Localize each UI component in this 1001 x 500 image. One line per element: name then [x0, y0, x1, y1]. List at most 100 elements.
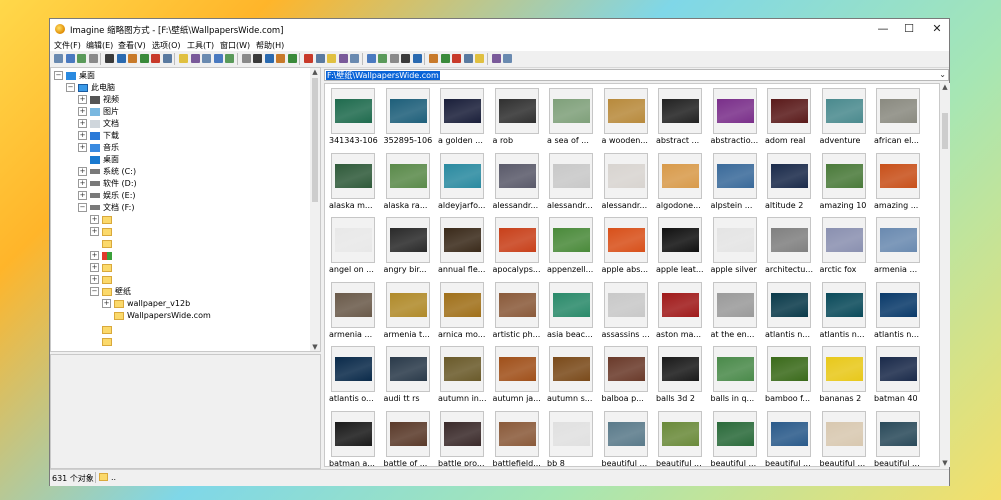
copy-doc-icon[interactable] [202, 54, 211, 63]
grid-scroll-thumb[interactable] [942, 113, 948, 149]
tree-item-folder[interactable] [90, 324, 115, 336]
tree-item-folder[interactable]: + [90, 274, 115, 286]
folder-tree[interactable]: − 桌面 − 此电脑 + 视频 + 图片 + 文档 + 下载 + 音乐 桌面 + 系统 (C:)… [50, 67, 321, 352]
thumbnail-item[interactable]: audi tt rs [384, 344, 438, 407]
expand-icon[interactable]: + [78, 95, 87, 104]
expand-icon[interactable]: + [90, 251, 99, 260]
grid5-icon[interactable] [401, 54, 410, 63]
grid3-icon[interactable] [378, 54, 387, 63]
menu-tools[interactable]: 工具(T) [187, 40, 214, 51]
tree-item-folder[interactable]: + [90, 250, 115, 262]
tree-scroll-thumb[interactable] [312, 78, 318, 202]
thumbnail-item[interactable]: aston ma... [656, 280, 710, 343]
capture-icon[interactable] [463, 54, 473, 63]
thumbnail-item[interactable]: beautiful ... [711, 409, 765, 466]
expand-icon[interactable]: + [78, 191, 87, 200]
tree-item-music[interactable]: + 音乐 [78, 142, 119, 154]
thumbnail-item[interactable]: 341343-106 [329, 86, 383, 149]
minimize-button[interactable]: — [876, 22, 890, 36]
address-bar[interactable]: F:\壁纸\WallpapersWide.com ⌄ [324, 69, 949, 81]
thumbnail-item[interactable]: adom real [765, 86, 819, 149]
tree-item-wallpaper-v12b[interactable]: + wallpaper_v12b [102, 298, 190, 310]
paste-icon[interactable] [213, 54, 223, 63]
convert-icon[interactable] [429, 54, 438, 63]
save-icon[interactable] [77, 54, 86, 63]
thumbnail-item[interactable]: a sea of ... [547, 86, 601, 149]
thumbnail-item[interactable]: beautiful ... [765, 409, 819, 466]
expand-icon[interactable]: + [78, 119, 87, 128]
thumbnail-item[interactable]: aldeyjarfo... [438, 151, 492, 214]
thumbnail-item[interactable]: annual fle... [438, 215, 492, 278]
collapse-icon[interactable]: − [90, 287, 99, 296]
thumbnail-item[interactable]: adventure [820, 86, 874, 149]
thumbnail-item[interactable]: appenzell... [547, 215, 601, 278]
copy-icon[interactable] [162, 54, 172, 63]
tree-item-drive-c[interactable]: + 系统 (C:) [78, 166, 136, 178]
thumbnail-item[interactable]: beautiful ... [874, 409, 928, 466]
tree-item-folder[interactable]: + [90, 262, 115, 274]
folder-up-icon[interactable] [327, 54, 336, 63]
thumbnail-item[interactable]: a golden ... [438, 86, 492, 149]
thumbnail-item[interactable]: alaska m... [329, 151, 383, 214]
slideshow-icon[interactable] [452, 54, 461, 63]
thumbnail-item[interactable]: balls in q... [711, 344, 765, 407]
menu-edit[interactable]: 编辑(E) [86, 40, 113, 51]
print-icon[interactable] [105, 54, 114, 63]
thumbnail-item[interactable]: angry bir... [384, 215, 438, 278]
view-thumb-icon[interactable] [241, 54, 251, 63]
tree-item-desktop[interactable]: − 桌面 [54, 70, 95, 82]
thumbnail-item[interactable]: battle of ... [384, 409, 438, 466]
tree-item-folder[interactable] [90, 238, 115, 250]
tree-item-folder[interactable] [90, 336, 115, 348]
expand-icon[interactable]: + [78, 179, 87, 188]
thumbnail-item[interactable]: amazing ... [874, 151, 928, 214]
expand-icon[interactable]: + [78, 131, 87, 140]
tree-item-folder[interactable]: + [90, 214, 115, 226]
menu-view[interactable]: 查看(V) [118, 40, 146, 51]
cut-icon[interactable] [190, 54, 200, 63]
thumbnail-item[interactable]: arnica mo... [438, 280, 492, 343]
tree-item-drive-d[interactable]: + 软件 (D:) [78, 178, 137, 190]
thumbnail-item[interactable]: apocalyps... [493, 215, 547, 278]
expand-icon[interactable]: + [102, 299, 111, 308]
thumbnail-item[interactable]: balls 3d 2 [656, 344, 710, 407]
tree-scrollbar[interactable]: ▲ ▼ [310, 68, 320, 351]
chevron-down-icon[interactable]: ⌄ [939, 70, 946, 79]
maximize-button[interactable]: ☐ [902, 22, 916, 36]
thumbnail-item[interactable]: armenia ... [874, 215, 928, 278]
tree-item-drive-e[interactable]: + 娱乐 (E:) [78, 190, 136, 202]
undo-icon[interactable] [225, 54, 234, 63]
tree-item-drive-f[interactable]: − 文档 (F:) [78, 202, 134, 214]
thumbnail-item[interactable]: angel on ... [329, 215, 383, 278]
collapse-icon[interactable]: − [78, 203, 87, 212]
image-icon[interactable] [128, 54, 137, 63]
tree-item-downloads[interactable]: + 下载 [78, 130, 119, 142]
thumbnail-item[interactable]: algodone... [656, 151, 710, 214]
thumbnail-item[interactable]: autumn in... [438, 344, 492, 407]
open-icon[interactable] [54, 54, 63, 63]
thumbnail-item[interactable]: batman 40 [874, 344, 928, 407]
expand-icon[interactable]: + [90, 227, 99, 236]
thumbnail-item[interactable]: bb 8 [547, 409, 601, 466]
thumbnail-item[interactable]: a wooden... [602, 86, 656, 149]
thumbnail-item[interactable]: battle pro... [438, 409, 492, 466]
tools-icon[interactable] [412, 54, 422, 63]
thumbnail-item[interactable]: amazing 10 [820, 151, 874, 214]
thumbnail-item[interactable]: alaska ra... [384, 151, 438, 214]
menu-options[interactable]: 选项(O) [152, 40, 181, 51]
thumbnail-item[interactable]: african el... [874, 86, 928, 149]
thumbnail-item[interactable]: alpstein ... [711, 151, 765, 214]
thumbnail-item[interactable]: balboa p... [602, 344, 656, 407]
thumbnail-item[interactable]: assassins ... [602, 280, 656, 343]
close-button[interactable]: ✕ [930, 22, 944, 36]
tree-item-documents[interactable]: + 文档 [78, 118, 119, 130]
view-detail-icon[interactable] [253, 54, 262, 63]
thumbnail-item[interactable]: abstract ... [656, 86, 710, 149]
thumbnail-item[interactable]: abstractio... [711, 86, 765, 149]
menu-file[interactable]: 文件(F) [54, 40, 81, 51]
thumbnail-item[interactable]: beautiful ... [820, 409, 874, 466]
menu-help[interactable]: 帮助(H) [256, 40, 284, 51]
thumbnail-item[interactable]: armenia ... [329, 280, 383, 343]
thumbnail-item[interactable]: 352895-106 [384, 86, 438, 149]
info-icon[interactable] [116, 54, 126, 63]
